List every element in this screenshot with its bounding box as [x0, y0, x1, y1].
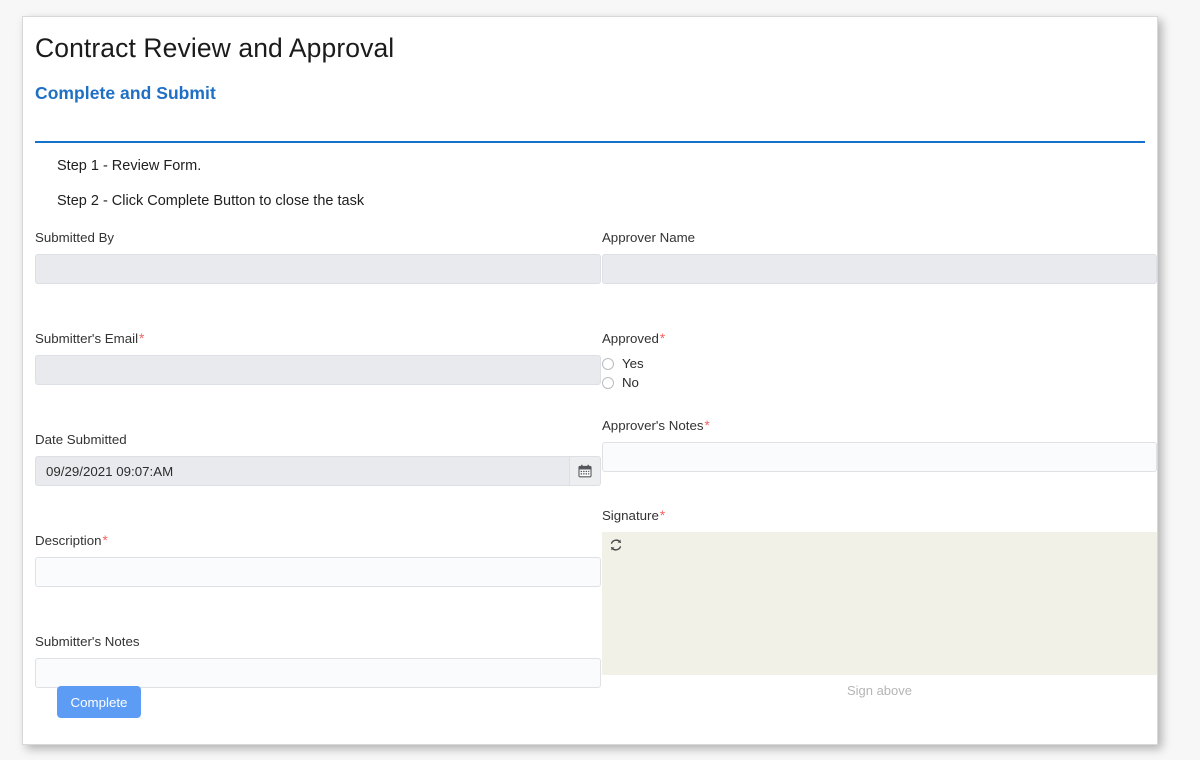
field-submitted-by: Submitted By [35, 230, 601, 284]
approver-name-input[interactable] [601, 253, 1157, 284]
complete-button[interactable]: Complete [57, 686, 141, 718]
field-date-submitted: Date Submitted 09/29/2021 09:07:AM [35, 432, 601, 487]
instructions-block: Step 1 - Review Form. Step 2 - Click Com… [35, 157, 735, 227]
radio-label-no: No [621, 375, 639, 391]
approved-label: Approved* [601, 330, 666, 346]
form-columns: Submitted By Submitter's Email* Date Sub… [23, 230, 1157, 698]
submitter-email-input[interactable] [35, 355, 601, 386]
page-title: Contract Review and Approval [35, 33, 395, 63]
field-submitter-email: Submitter's Email* [35, 330, 601, 386]
required-marker: * [102, 533, 108, 549]
form-left-column: Submitted By Submitter's Email* Date Sub… [23, 230, 601, 698]
field-description: Description* [35, 533, 601, 588]
date-submitted-input[interactable]: 09/29/2021 09:07:AM [35, 456, 569, 487]
instruction-step-2: Step 2 - Click Complete Button to close … [57, 192, 365, 209]
page-background: Contract Review and Approval Complete an… [0, 0, 1200, 760]
form-card: Contract Review and Approval Complete an… [22, 16, 1158, 745]
radio-label-yes: Yes [621, 356, 644, 372]
instruction-step-1: Step 1 - Review Form. [57, 158, 202, 174]
approver-notes-input[interactable] [601, 441, 1157, 472]
radio-option-yes[interactable]: Yes [601, 356, 1157, 372]
submitted-by-input[interactable] [35, 253, 601, 284]
field-submitter-notes: Submitter's Notes [35, 634, 601, 689]
required-marker: * [659, 330, 666, 346]
submitter-email-label: Submitter's Email* [35, 330, 145, 346]
field-approver-notes: Approver's Notes* [601, 417, 1157, 472]
approved-radio-group: Yes No [601, 355, 1157, 391]
required-marker: * [659, 507, 666, 523]
radio-circle-no[interactable] [601, 377, 614, 390]
required-marker: * [139, 330, 145, 346]
field-approver-name: Approver Name [601, 230, 1157, 284]
date-submitted-label: Date Submitted [35, 432, 127, 448]
signature-caption: Sign above [846, 683, 912, 699]
signature-label: Signature* [601, 507, 666, 523]
form-right-column: Approver Name Approved* Yes No Approver'… [601, 230, 1157, 698]
submitter-notes-label: Submitter's Notes [35, 634, 140, 650]
description-input[interactable] [35, 557, 601, 588]
refresh-icon[interactable] [609, 538, 623, 552]
form-subtitle: Complete and Submit [35, 82, 216, 103]
signature-pad[interactable] [601, 532, 1157, 676]
date-submitted-group: 09/29/2021 09:07:AM [35, 456, 601, 487]
description-label: Description* [35, 533, 108, 549]
submitted-by-label: Submitted By [35, 230, 115, 245]
field-approved: Approved* Yes No [601, 330, 1157, 391]
radio-circle-yes[interactable] [601, 357, 614, 370]
submitter-notes-input[interactable] [35, 658, 601, 689]
field-signature: Signature* Sign above [601, 507, 1157, 699]
approver-name-label: Approver Name [601, 230, 696, 245]
calendar-icon[interactable] [568, 456, 601, 487]
radio-option-no[interactable]: No [601, 375, 1157, 391]
approver-notes-label: Approver's Notes* [601, 417, 710, 433]
required-marker: * [704, 417, 710, 433]
header-divider [35, 141, 1145, 143]
